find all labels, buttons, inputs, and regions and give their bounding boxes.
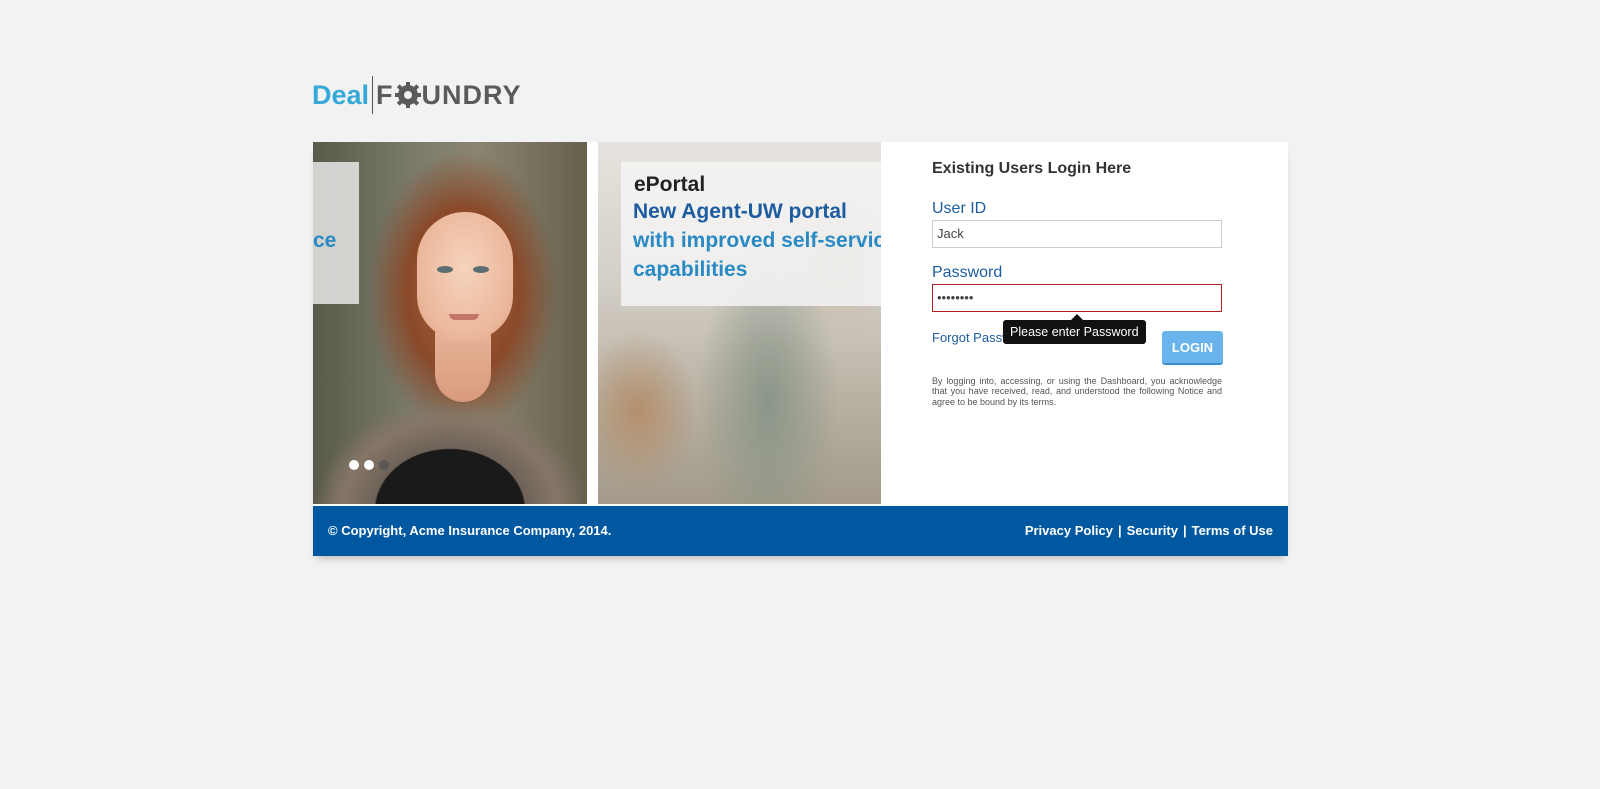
carousel-dot[interactable] — [364, 460, 374, 470]
terms-of-use-link[interactable]: Terms of Use — [1192, 523, 1273, 538]
carousel-dots — [349, 460, 389, 470]
logo-deal-text: Deal — [312, 79, 370, 110]
legal-notice: By logging into, accessing, or using the… — [932, 376, 1222, 407]
slide-caption-box: ePortal New Agent-UW portal with improve… — [621, 162, 881, 306]
logo-foundry-rest: UNDRY — [421, 79, 522, 110]
brand-logo: Deal F UNDRY — [312, 74, 522, 116]
login-form: Existing Users Login Here User ID Jack P… — [932, 142, 1288, 504]
promo-carousel[interactable]: ce ePortal New Agent-UW portal with impr… — [313, 142, 881, 504]
slide-caption-line: with improved self-servic — [633, 229, 881, 252]
slide-caption-line: capabilities — [633, 258, 748, 281]
login-heading: Existing Users Login Here — [932, 160, 1132, 177]
logo-foundry-f: F — [376, 79, 394, 110]
carousel-dot[interactable] — [379, 460, 389, 470]
footer-bar: © Copyright, Acme Insurance Company, 201… — [313, 506, 1288, 556]
login-button[interactable]: LOGIN — [1162, 331, 1223, 365]
slide-photo-face — [417, 212, 513, 340]
footer-separator: | — [1182, 523, 1187, 538]
privacy-policy-link[interactable]: Privacy Policy — [1025, 523, 1113, 538]
forgot-password-link[interactable]: Forgot Passw — [932, 330, 1011, 345]
footer-separator: | — [1118, 523, 1122, 538]
logo-foundry-text: F UNDRY — [376, 80, 522, 111]
gear-icon — [394, 82, 421, 108]
user-id-input[interactable]: Jack — [932, 220, 1222, 248]
carousel-dot[interactable] — [349, 460, 359, 470]
slide-photo-eye — [437, 266, 453, 273]
slide-caption-title: ePortal — [634, 173, 706, 196]
carousel-slide-eportal: ePortal New Agent-UW portal with improve… — [598, 142, 881, 504]
slide-photo-neck — [435, 332, 491, 402]
footer-links: Privacy Policy | Security | Terms of Use — [1025, 523, 1273, 538]
carousel-slide-woman: ce — [313, 142, 587, 504]
copyright-text: © Copyright, Acme Insurance Company, 201… — [328, 523, 612, 538]
password-input[interactable]: •••••••• — [932, 284, 1222, 312]
slide-caption-fragment: ce — [313, 229, 337, 252]
login-card: ce ePortal New Agent-UW portal with impr… — [313, 142, 1288, 556]
logo-divider — [372, 76, 374, 114]
security-link[interactable]: Security — [1127, 523, 1178, 538]
slide-photo-eye — [473, 266, 489, 273]
slide-caption-line: New Agent-UW portal — [633, 200, 847, 223]
user-id-label: User ID — [932, 200, 987, 217]
password-label: Password — [932, 264, 1003, 281]
slide-photo-body — [315, 390, 585, 504]
slide-photo-mouth — [449, 314, 479, 320]
validation-tooltip: Please enter Password — [1003, 314, 1146, 344]
